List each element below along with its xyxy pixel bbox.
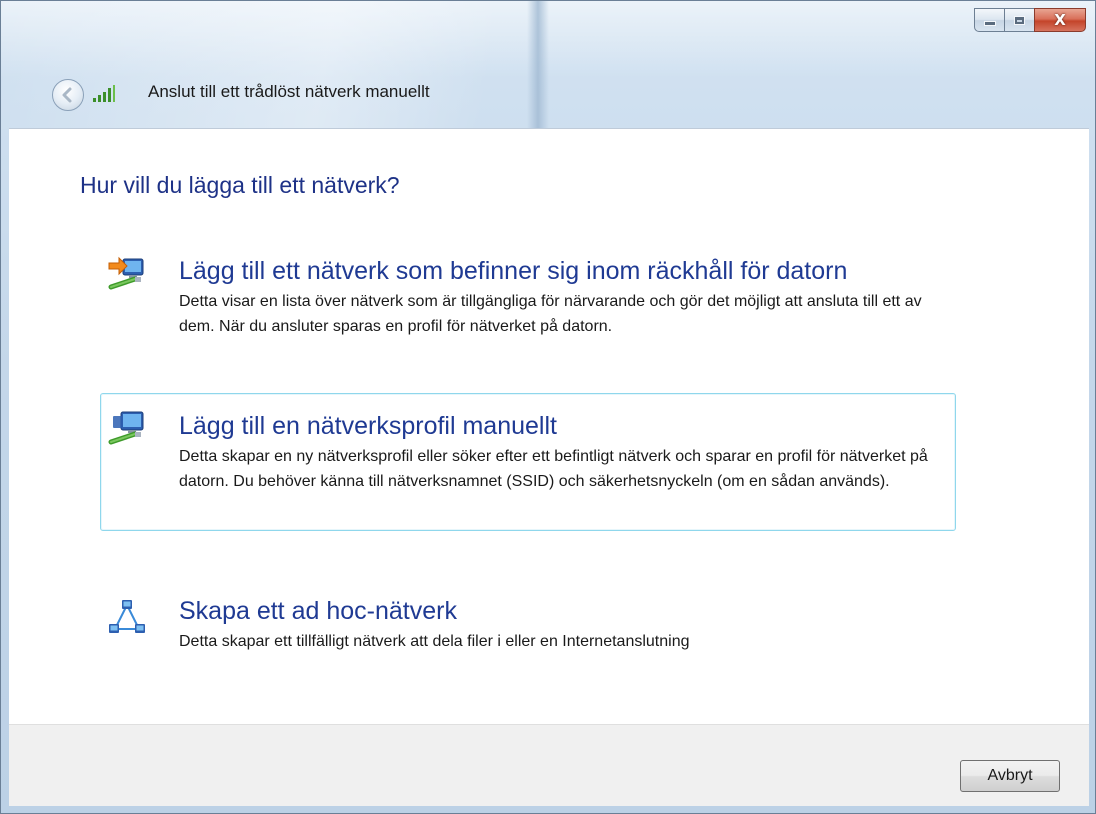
- caption-buttons: X: [974, 8, 1086, 38]
- page-heading: Hur vill du lägga till ett nätverk?: [80, 172, 400, 198]
- maximize-button[interactable]: [1004, 8, 1034, 32]
- option-title: Lägg till en nätverksprofil manuellt: [179, 412, 557, 440]
- option-description: Detta visar en lista över nätverk som är…: [179, 293, 922, 335]
- option-create-adhoc[interactable]: Skapa ett ad hoc-nätverk Detta skapar et…: [100, 590, 956, 670]
- option-title: Lägg till ett nätverk som befinner sig i…: [179, 257, 848, 285]
- option-description: Detta skapar en ny nätverksprofil eller …: [179, 448, 928, 490]
- minimize-icon: [983, 20, 996, 26]
- maximize-icon: [1014, 15, 1025, 25]
- close-icon: X: [1054, 10, 1066, 29]
- minimize-button[interactable]: [974, 8, 1004, 32]
- footer-bar: [9, 724, 1089, 806]
- close-button[interactable]: X: [1034, 8, 1086, 32]
- back-button[interactable]: [52, 79, 84, 111]
- network-computer-icon: [108, 411, 144, 445]
- option-add-manually[interactable]: Lägg till en nätverksprofil manuellt Det…: [100, 393, 956, 531]
- cancel-button[interactable]: Avbryt: [960, 760, 1060, 792]
- option-description: Detta skapar ett tillfälligt nätverk att…: [179, 633, 690, 650]
- option-title: Skapa ett ad hoc-nätverk: [179, 597, 457, 625]
- network-arrow-icon: [108, 256, 144, 290]
- option-add-in-range[interactable]: Lägg till ett nätverk som befinner sig i…: [100, 248, 956, 376]
- wireless-signal-icon: [93, 85, 115, 102]
- adhoc-network-icon: [109, 600, 145, 633]
- window-title: Anslut till ett trådlöst nätverk manuell…: [148, 82, 430, 101]
- back-arrow-icon: [62, 87, 72, 103]
